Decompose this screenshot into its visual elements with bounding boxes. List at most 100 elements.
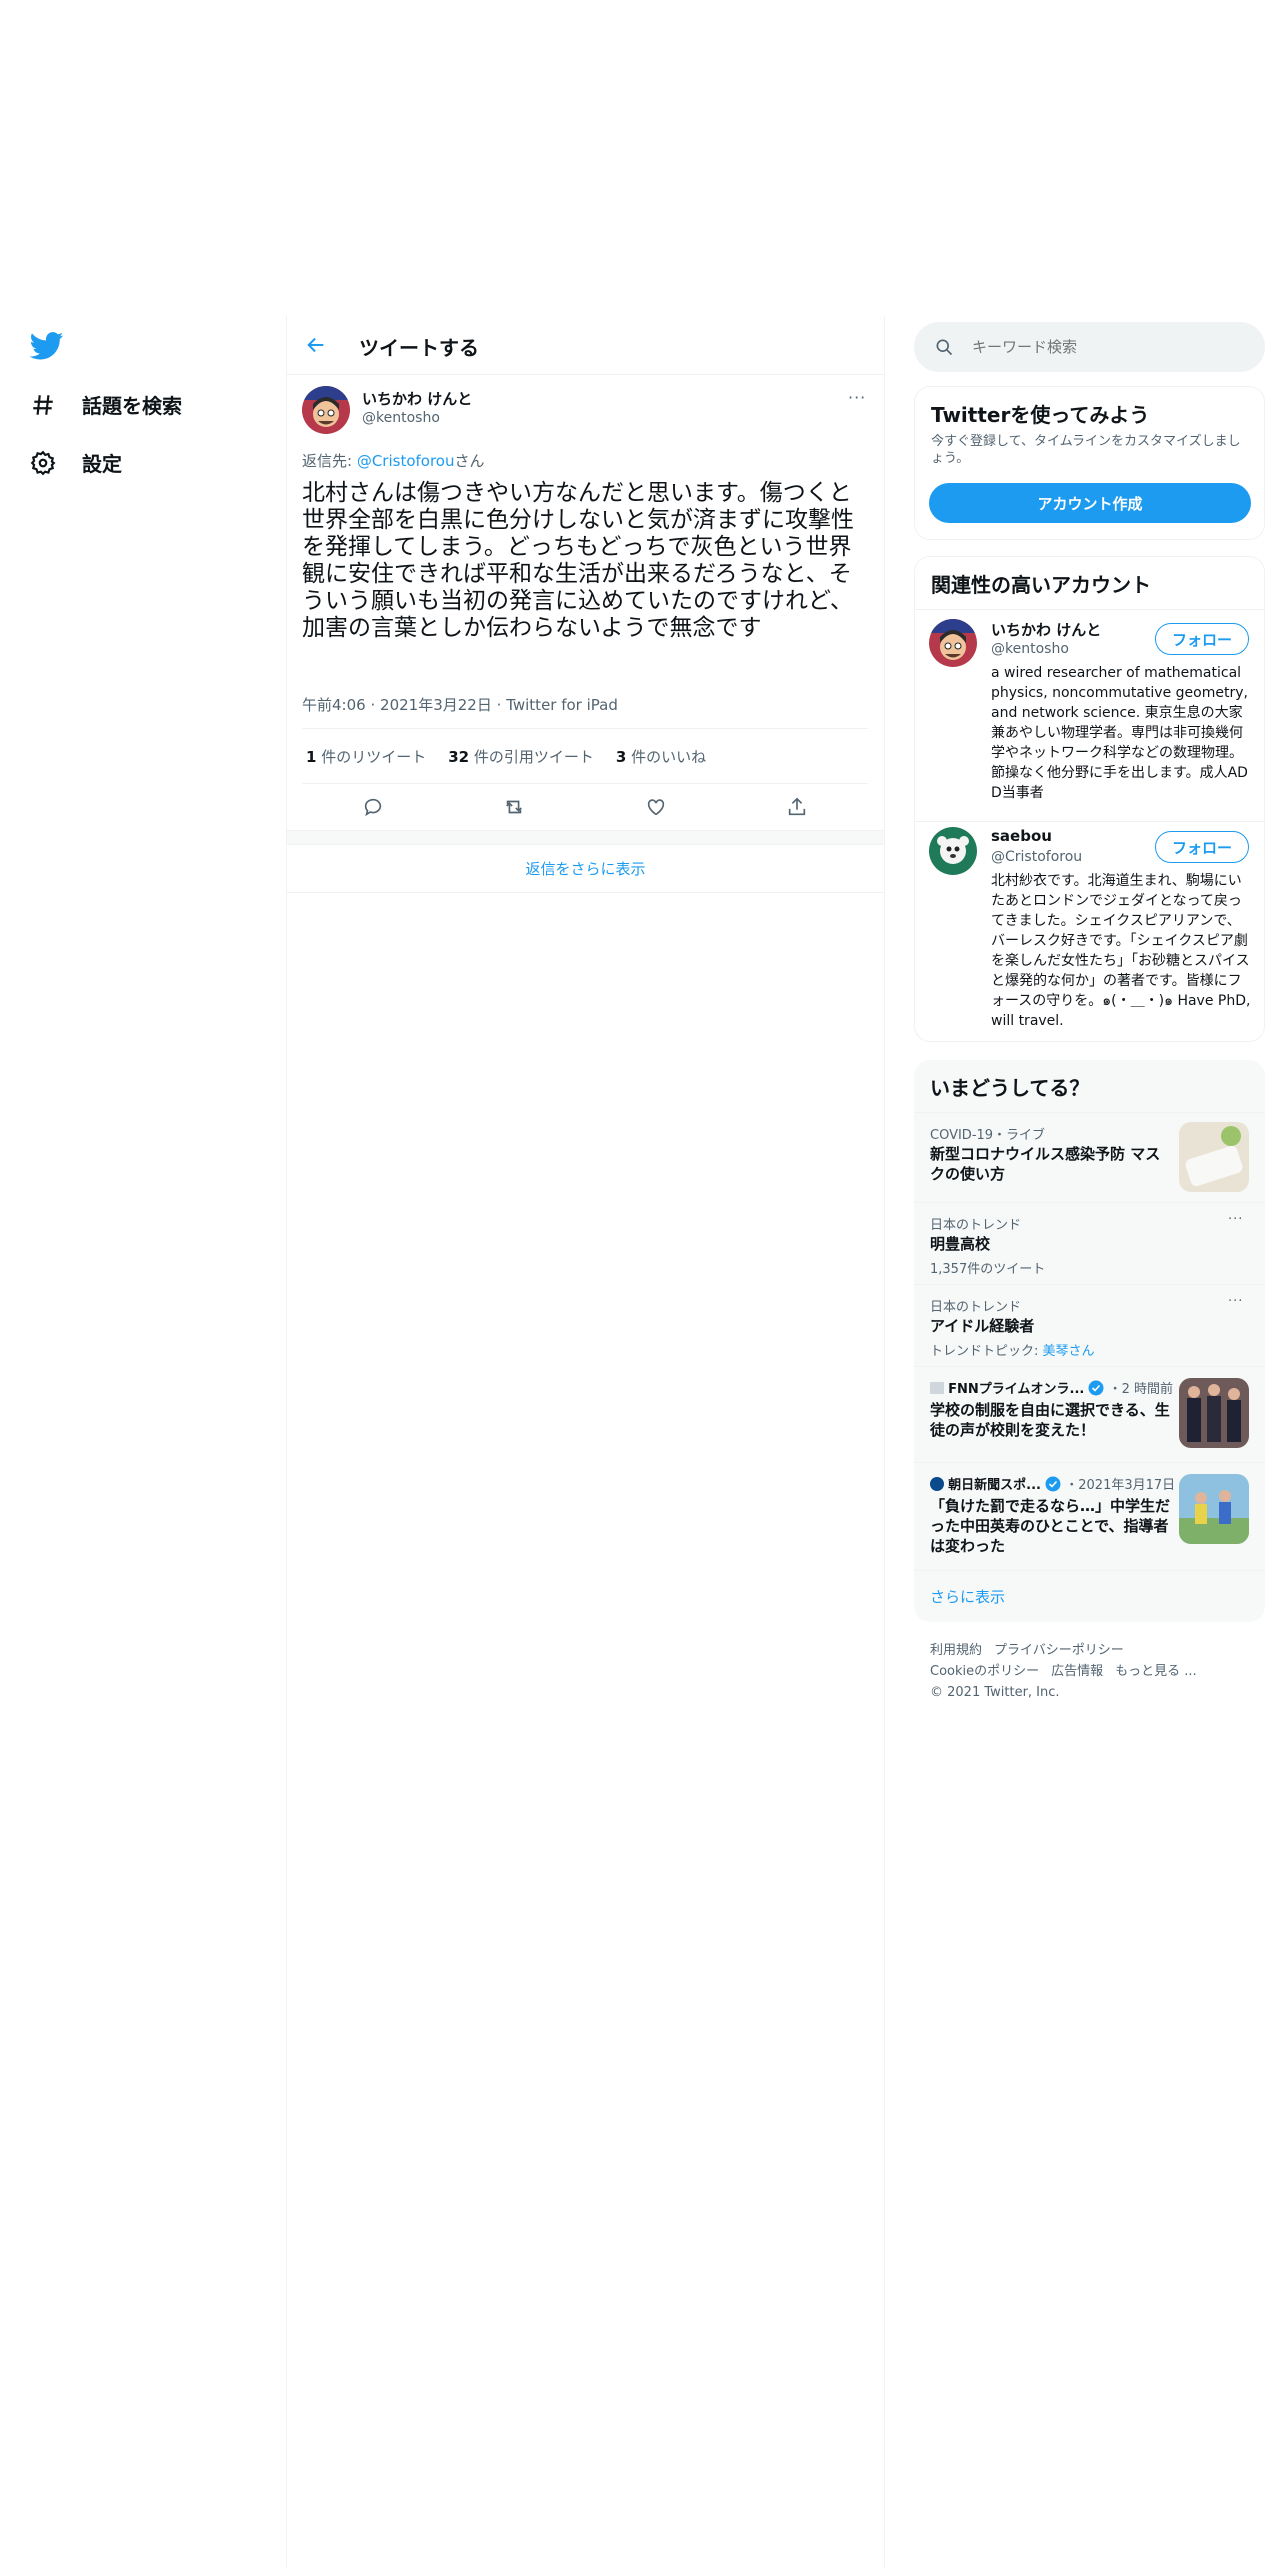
avatar[interactable] [302, 386, 350, 434]
back-arrow-icon[interactable] [305, 334, 327, 356]
meta-dot: · [370, 696, 376, 714]
trend-thumbnail [1179, 1378, 1249, 1448]
follow-button[interactable]: フォロー [1155, 831, 1249, 863]
trend-source: 朝日新聞スポ... [948, 1478, 1041, 1493]
account-bio: a wired researcher of mathematical physi… [991, 665, 1248, 801]
source-logo-icon [930, 1477, 944, 1491]
follow-button[interactable]: フォロー [1155, 623, 1249, 655]
trends-box: いまどうしてる？ COVID-19・ライブ 新型コロナウイルス感染予防 マスクの… [914, 1060, 1265, 1622]
author-name[interactable]: いちかわ けんと [362, 388, 472, 409]
trend-sub: トレンドトピック: 美琴さん [930, 1340, 1095, 1359]
likes-label: 件のいいね [626, 747, 707, 766]
trend-category: COVID-19・ライブ [930, 1128, 1046, 1143]
trend-source: FNNプライムオンラ... [948, 1382, 1085, 1397]
trend-title: 「負けた罰で走るなら…」中学生だった中田英寿のひとことで、指導者は変わった [930, 1497, 1171, 1555]
trend-item[interactable]: FNNプライムオンラ... ・2 時間前 学校の制服を自由に選択できる、生徒の声… [914, 1366, 1265, 1462]
avatar[interactable] [929, 827, 977, 875]
avatar-saebou-icon [929, 827, 977, 875]
trend-title: 明豊高校 [930, 1235, 991, 1253]
tweet-meta: 午前4:06 · 2021年3月22日 · Twitter for iPad [302, 694, 618, 715]
more-options-icon[interactable]: ··· [1228, 1212, 1243, 1227]
search-box[interactable] [914, 322, 1265, 372]
account-bio: 北村紗衣です。北海道生まれ、駒場にいたあとロンドンでジェダイとなって戻ってきまし… [991, 873, 1251, 1029]
relevant-title: 関連性の高いアカウント [931, 573, 1151, 597]
nav-settings[interactable]: 設定 [30, 448, 122, 477]
show-more-replies-link[interactable]: 返信をさらに表示 [287, 844, 884, 893]
nav-explore-label: 話題を検索 [82, 394, 182, 418]
trend-thumbnail [1179, 1474, 1249, 1544]
show-more-trends-link[interactable]: さらに表示 [930, 1586, 1005, 1607]
trend-source-row: 朝日新聞スポ... ・2021年3月17日 [930, 1474, 1175, 1493]
footer-link-terms[interactable]: 利用規約 [930, 1643, 982, 1658]
twitter-logo-icon[interactable] [30, 332, 64, 360]
retweets-label: 件のリツイート [316, 747, 427, 766]
footer-link-ads[interactable]: 広告情報 [1051, 1664, 1103, 1679]
quotes-count: 32 [448, 747, 470, 766]
trend-category: 日本のトレンド [930, 1300, 1022, 1315]
footer-link-more[interactable]: もっと見る ... [1115, 1664, 1197, 1679]
create-account-button[interactable]: アカウント作成 [929, 483, 1251, 523]
reply-prefix: 返信先: [302, 452, 357, 470]
avatar-kentosho-icon [929, 619, 977, 667]
avatar-kentosho-icon [302, 386, 350, 434]
section-divider [287, 830, 884, 845]
likes-stat[interactable]: 3 件のいいね [616, 746, 706, 767]
reply-to-link[interactable]: @Cristoforou [357, 452, 455, 470]
tweet-date[interactable]: 2021年3月22日 [380, 696, 492, 714]
trend-item[interactable]: 日本のトレンド 明豊高校 1,357件のツイート ··· [914, 1202, 1265, 1284]
footer-link-privacy[interactable]: プライバシーポリシー [994, 1643, 1124, 1658]
signup-title: Twitterを使ってみよう [931, 403, 1150, 427]
tweet-time[interactable]: 午前4:06 [302, 696, 366, 714]
verified-badge-icon [1045, 1476, 1061, 1492]
account-name[interactable]: saebou [991, 827, 1052, 845]
nav-explore[interactable]: 話題を検索 [30, 390, 182, 419]
hashtag-icon [33, 394, 53, 415]
more-options-icon[interactable]: ··· [1228, 1294, 1243, 1309]
gear-icon [30, 450, 56, 475]
trend-item[interactable]: 朝日新聞スポ... ・2021年3月17日 「負けた罰で走るなら…」中学生だった… [914, 1462, 1265, 1570]
retweet-icon[interactable] [503, 796, 525, 818]
meta-dot: · [496, 696, 502, 714]
relevant-accounts-box: 関連性の高いアカウント いちかわ けんと @kentosho フォロー a wi… [914, 556, 1265, 1042]
trend-title: 新型コロナウイルス感染予防 マスクの使い方 [930, 1145, 1161, 1183]
account-name[interactable]: いちかわ けんと [991, 619, 1101, 640]
main-header: ツイートする [287, 316, 884, 375]
trends-title: いまどうしてる？ [930, 1076, 1090, 1100]
likes-count: 3 [615, 747, 627, 766]
trend-item[interactable]: 日本のトレンド アイドル経験者 トレンドトピック: 美琴さん ··· [914, 1284, 1265, 1366]
tweet-actions [302, 784, 868, 830]
trend-sub-prefix: トレンドトピック: [930, 1344, 1043, 1359]
source-logo-icon [930, 1382, 944, 1394]
verified-badge-icon [1088, 1380, 1104, 1396]
account-handle[interactable]: @kentosho [991, 641, 1069, 657]
like-icon[interactable] [645, 796, 667, 818]
trend-thumbnail [1179, 1122, 1249, 1192]
author-handle[interactable]: @kentosho [362, 410, 440, 426]
trend-sub: 1,357件のツイート [930, 1262, 1046, 1277]
trend-item[interactable]: COVID-19・ライブ 新型コロナウイルス感染予防 マスクの使い方 [914, 1112, 1265, 1202]
retweets-count: 1 [306, 747, 317, 766]
tweet-source[interactable]: Twitter for iPad [506, 696, 618, 714]
retweets-stat[interactable]: 1 件のリツイート [306, 746, 426, 767]
nav-settings-label: 設定 [82, 452, 122, 476]
footer-copyright: © 2021 Twitter, Inc. [930, 1685, 1060, 1700]
trend-time: ・2 時間前 [1108, 1382, 1174, 1397]
account-handle[interactable]: @Cristoforou [991, 849, 1082, 865]
footer: 利用規約 プライバシーポリシー Cookieのポリシー 広告情報 もっと見る ... … [930, 1640, 1209, 1703]
footer-link-cookies[interactable]: Cookieのポリシー [930, 1664, 1039, 1679]
tweet-text: 北村さんは傷つきやい方なんだと思います。傷つくと世界全部を白黒に色分けしないと気… [302, 480, 854, 641]
reply-icon[interactable] [362, 796, 384, 818]
share-icon[interactable] [786, 796, 808, 818]
search-input[interactable] [970, 337, 1254, 357]
column-divider-right [884, 316, 885, 2568]
signup-subtitle: 今すぐ登録して、タイムラインをカスタマイズしましょう。 [931, 434, 1241, 466]
quotes-stat[interactable]: 32 件の引用ツイート [448, 746, 594, 767]
avatar[interactable] [929, 619, 977, 667]
trend-time: ・2021年3月17日 [1065, 1478, 1176, 1493]
trend-sub-link[interactable]: 美琴さん [1043, 1344, 1095, 1359]
reply-to-line: 返信先: @Cristoforouさん [302, 450, 485, 471]
reply-suffix: さん [454, 452, 485, 470]
trend-source-row: FNNプライムオンラ... ・2 時間前 [930, 1378, 1173, 1397]
more-options-icon[interactable]: ··· [848, 388, 866, 407]
page-title: ツイートする [359, 336, 479, 360]
